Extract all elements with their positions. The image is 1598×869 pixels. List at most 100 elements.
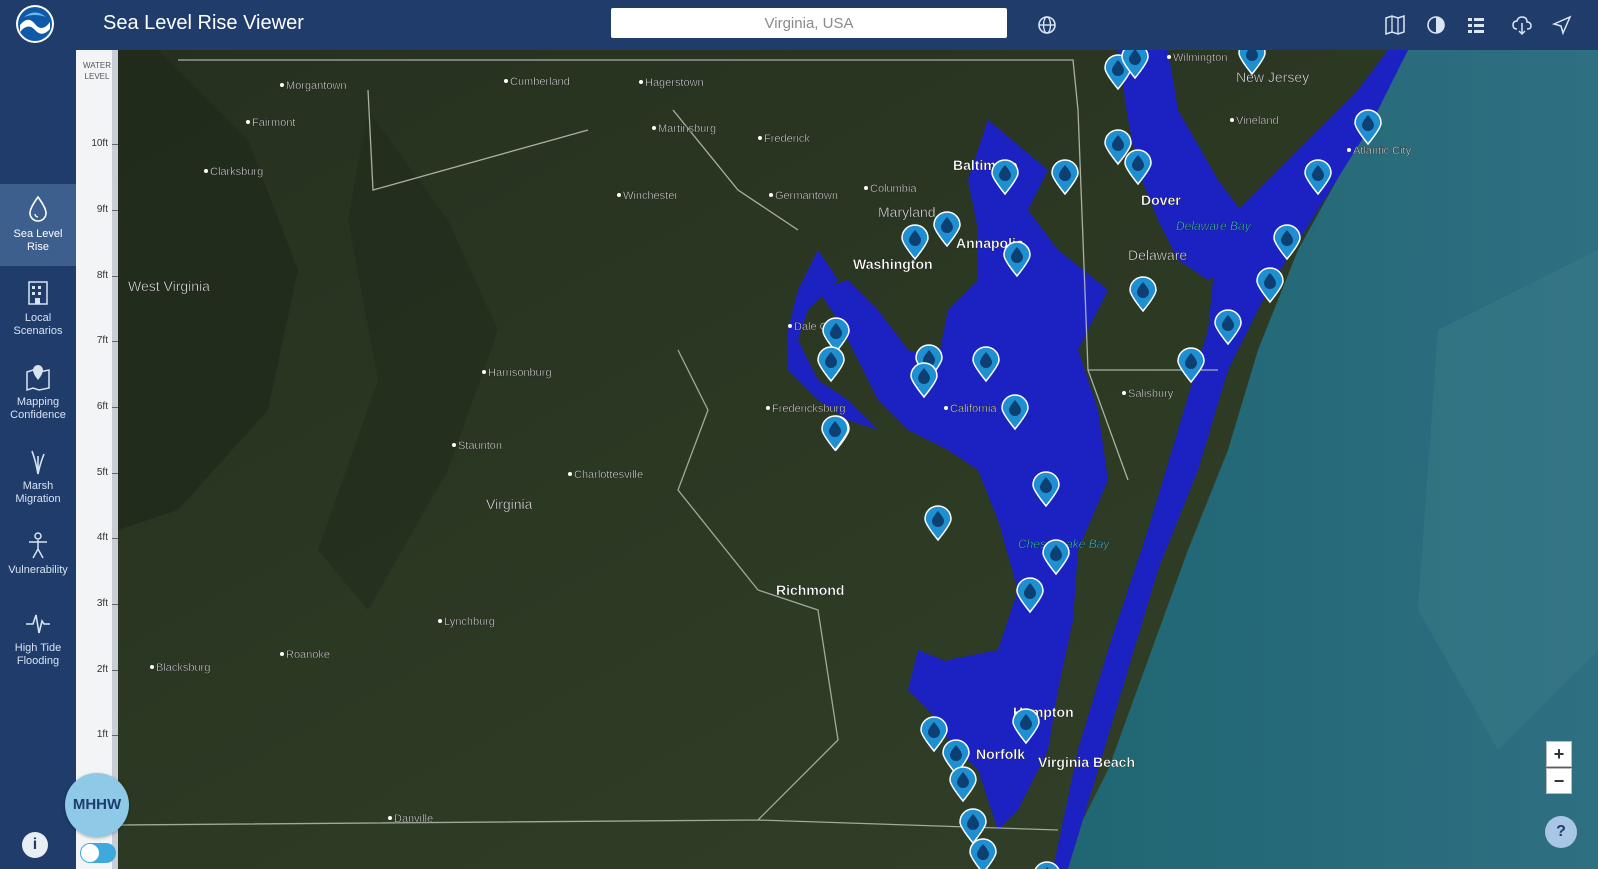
map-label: Delaware Bay — [1176, 219, 1252, 233]
map-label: Delaware — [1128, 247, 1187, 263]
nav-label: High Tide Flooding — [14, 642, 62, 667]
building-chart-icon — [28, 281, 48, 305]
layers-list-icon[interactable] — [1465, 14, 1487, 36]
map-label: West Virginia — [128, 278, 210, 294]
slider-tick: 2ft — [76, 664, 118, 676]
nav-sea-level-rise[interactable]: Sea Level Rise — [0, 184, 76, 266]
layer-toggle[interactable] — [80, 843, 116, 863]
download-cloud-icon[interactable] — [1511, 14, 1533, 36]
marsh-grass-icon — [31, 450, 45, 475]
city-dot — [388, 816, 392, 820]
city-dot — [639, 80, 643, 84]
map-label: Germantown — [775, 190, 838, 202]
map-label: Virginia Beach — [1038, 754, 1135, 770]
nav-label: Sea Level Rise — [13, 228, 63, 253]
city-dot — [944, 406, 948, 410]
globe-icon[interactable] — [1037, 15, 1057, 35]
nav-high-tide-flooding[interactable]: High Tide Flooding — [0, 598, 76, 680]
city-dot — [1230, 118, 1234, 122]
nav-mapping-confidence[interactable]: Mapping Confidence — [0, 352, 76, 434]
slider-rail[interactable] — [112, 50, 118, 869]
city-dot — [482, 370, 486, 374]
map-label: Salisbury — [1128, 388, 1174, 400]
noaa-logo[interactable] — [16, 5, 54, 43]
city-dot — [504, 79, 508, 83]
city-dot — [766, 406, 770, 410]
city-dot — [280, 83, 284, 87]
city-dot — [438, 619, 442, 623]
map-label: Hagerstown — [645, 77, 704, 89]
map-label: Charlottesville — [574, 469, 643, 481]
map-label: Fredericksburg — [772, 403, 845, 415]
map-label: Frederick — [764, 133, 810, 145]
nav-marsh-migration[interactable]: Marsh Migration — [0, 436, 76, 518]
slider-tick: 6ft — [76, 401, 118, 413]
map-label: Danville — [394, 813, 433, 825]
contrast-icon[interactable] — [1425, 14, 1447, 36]
map-label: Vineland — [1236, 115, 1279, 127]
city-dot — [1347, 148, 1351, 152]
slider-tick: 1ft — [76, 729, 118, 741]
map-label: Roanoke — [286, 649, 330, 661]
water-level-slider[interactable]: WATER LEVEL 10ft 9ft 8ft 7ft 6ft 5ft 4ft… — [76, 50, 118, 869]
map-canvas[interactable]: Morgantown Cumberland Hagerstown Fairmont Ma… — [118, 50, 1598, 869]
map-label: Clarksburg — [210, 166, 263, 178]
map-label: Virginia — [486, 496, 533, 512]
map-label: Richmond — [776, 582, 844, 598]
app-title: Sea Level Rise Viewer — [103, 12, 304, 34]
map-label: Lynchburg — [444, 616, 495, 628]
map-label: Wilmington — [1173, 52, 1227, 64]
city-dot — [652, 126, 656, 130]
city-dot — [1167, 55, 1171, 59]
map-label: Washington — [853, 256, 933, 272]
map-label: Fairmont — [252, 117, 295, 129]
map-label: Staunton — [458, 440, 502, 452]
map-pin-icon — [26, 365, 50, 392]
city-dot — [758, 136, 762, 140]
city-dot — [204, 169, 208, 173]
map-label: New Jersey — [1236, 69, 1309, 85]
map-label: Morgantown — [286, 80, 347, 92]
map-label: Martinsburg — [658, 123, 716, 135]
city-dot — [788, 324, 792, 328]
city-dot — [246, 120, 250, 124]
nav-label: Mapping Confidence — [10, 396, 66, 421]
share-arrow-icon[interactable] — [1551, 14, 1573, 36]
person-icon — [29, 532, 47, 559]
toggle-knob — [81, 844, 99, 862]
mhhw-slider-handle[interactable]: MHHW — [65, 773, 129, 837]
map-label: Maryland — [878, 204, 936, 220]
map-label: Norfolk — [976, 746, 1025, 762]
city-dot — [280, 652, 284, 656]
slider-tick: 8ft — [76, 270, 118, 282]
map-label: Atlantic City — [1353, 145, 1412, 157]
map-icon[interactable] — [1384, 14, 1406, 36]
app-header: Sea Level Rise Viewer — [0, 0, 1598, 50]
nav-label: Marsh Migration — [15, 480, 61, 505]
location-search-input[interactable] — [611, 8, 1007, 38]
slider-tick: 10ft — [76, 138, 118, 150]
city-dot — [452, 443, 456, 447]
zoom-out-button[interactable]: − — [1546, 768, 1572, 794]
nav-local-scenarios[interactable]: Local Scenarios — [0, 268, 76, 350]
nav-label: Local Scenarios — [13, 312, 63, 337]
map-label: Harrisonburg — [488, 367, 552, 379]
city-dot — [568, 472, 572, 476]
nav-vulnerability[interactable]: Vulnerability — [0, 520, 76, 602]
map-label: Columbia — [870, 183, 917, 195]
map-label: Blacksburg — [156, 662, 210, 674]
slider-tick: 7ft — [76, 335, 118, 347]
pulse-icon — [26, 614, 50, 634]
city-dot — [769, 193, 773, 197]
info-button[interactable]: i — [22, 832, 48, 858]
map-label: Dover — [1141, 192, 1181, 208]
map-label: California — [950, 403, 997, 415]
map-label: Winchester — [623, 190, 678, 202]
city-dot — [617, 193, 621, 197]
slider-tick: 4ft — [76, 532, 118, 544]
tool-sidebar: Sea Level Rise Local Scenarios Mapping C… — [0, 50, 76, 869]
help-button[interactable]: ? — [1545, 816, 1577, 848]
map-label: Cumberland — [510, 76, 570, 88]
slider-tick: 5ft — [76, 467, 118, 479]
zoom-in-button[interactable]: + — [1546, 741, 1572, 767]
